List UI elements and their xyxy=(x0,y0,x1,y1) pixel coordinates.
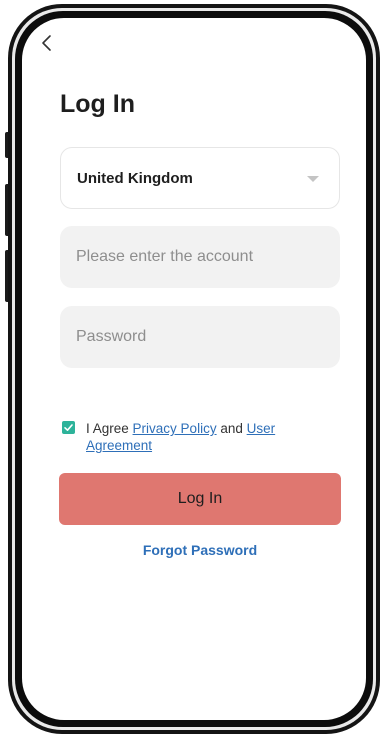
checkmark-icon xyxy=(64,424,73,431)
account-input[interactable] xyxy=(60,226,340,288)
login-button[interactable]: Log In xyxy=(59,473,341,525)
country-select[interactable]: United Kingdom xyxy=(60,147,340,209)
password-input[interactable] xyxy=(60,306,340,368)
device-mockup: Log In United Kingdom I Agree Privacy Po… xyxy=(0,0,382,738)
back-button[interactable] xyxy=(38,30,60,56)
page-title: Log In xyxy=(60,90,135,118)
caret-down-icon xyxy=(307,176,319,182)
country-value: United Kingdom xyxy=(77,169,193,187)
chevron-left-icon xyxy=(42,35,51,51)
agree-checkbox[interactable] xyxy=(62,421,75,434)
forgot-password-link[interactable]: Forgot Password xyxy=(59,542,341,558)
agreement-text: I Agree Privacy Policy and User Agreemen… xyxy=(86,420,301,454)
login-screen: Log In United Kingdom I Agree Privacy Po… xyxy=(22,18,366,720)
agree-conjunction: and xyxy=(220,421,243,436)
agree-prefix: I Agree xyxy=(86,421,129,436)
privacy-policy-link[interactable]: Privacy Policy xyxy=(133,421,217,436)
